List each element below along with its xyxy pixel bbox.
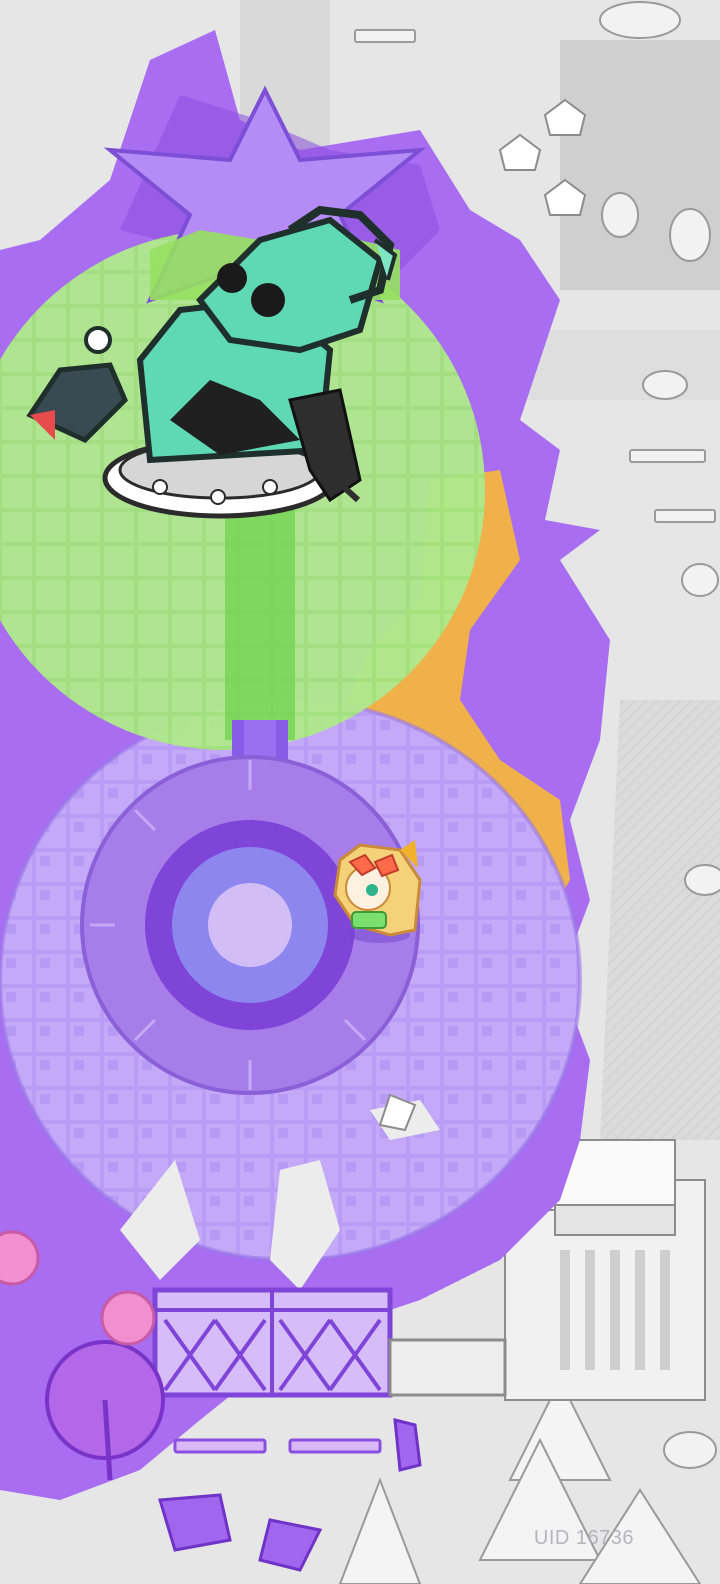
arena-map xyxy=(0,0,720,1584)
spawn-platform-core xyxy=(208,883,292,967)
hatched-ground-right xyxy=(600,700,720,1140)
uid-label: UID 16736 xyxy=(533,1527,634,1549)
game-viewport[interactable]: UID 16736 xyxy=(0,0,720,1584)
